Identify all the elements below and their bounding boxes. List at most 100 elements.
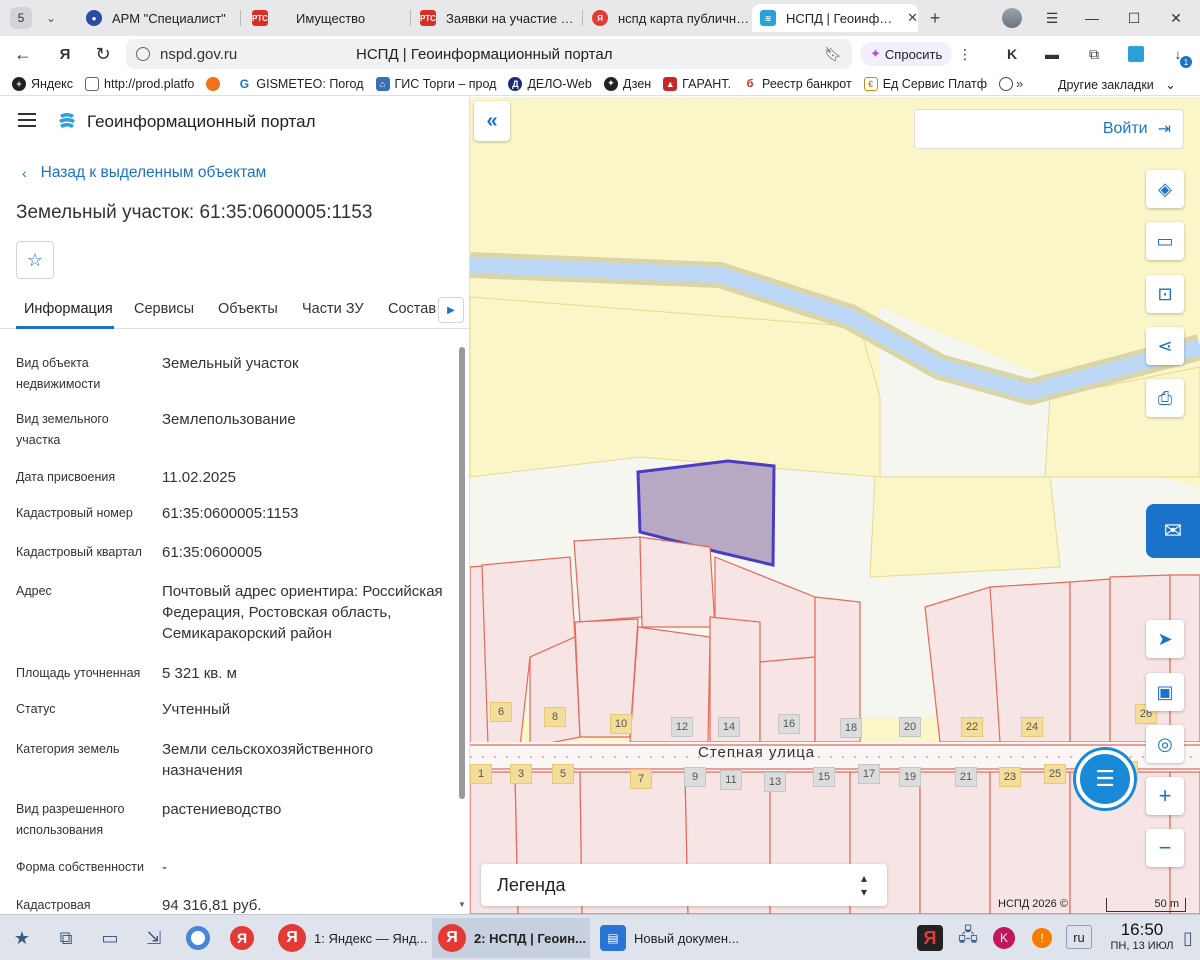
browser-tab[interactable]: РТС Заявки на участие в пр xyxy=(412,4,580,32)
legend-dropdown[interactable]: Легенда ▴ ▾ xyxy=(481,864,887,906)
tab-parts[interactable]: Части ЗУ xyxy=(302,301,364,317)
yandex-browser-icon[interactable]: Я xyxy=(228,924,256,952)
bookmark-item[interactable]: ⌂ ГИС Торги – прод xyxy=(375,76,496,91)
bookmark-item[interactable]: + Яндекс xyxy=(12,76,73,91)
windows-switcher-icon[interactable]: ⧉ xyxy=(52,924,80,952)
os-taskbar: ★ ⧉ ▭ ⇲ Я Я 1: Яндекс — Янд... Я 2: НСПД… xyxy=(0,914,1200,960)
info-label: Дата присвоения xyxy=(16,470,116,484)
reload-icon[interactable]: ↻ xyxy=(88,39,118,69)
extension-k-icon[interactable]: K xyxy=(1000,42,1024,66)
show-desktop-button[interactable]: ▯ xyxy=(1180,924,1196,952)
extension-hat-icon[interactable]: ▬ xyxy=(1040,42,1064,66)
other-bookmarks[interactable]: Другие закладки ⌄ xyxy=(1058,77,1176,92)
bookmark-label: Дзен xyxy=(622,76,652,91)
minimap-icon[interactable]: ▣ xyxy=(1146,673,1184,711)
layers-icon[interactable]: ◈ xyxy=(1146,170,1184,208)
kaspersky-icon[interactable]: K xyxy=(990,924,1018,952)
extension-doc-icon[interactable] xyxy=(1124,42,1148,66)
location-search-icon[interactable]: ◎ xyxy=(1146,725,1184,763)
more-bookmarks-chevron-icon[interactable]: » xyxy=(1016,76,1023,91)
star-launcher-icon[interactable]: ★ xyxy=(8,924,36,952)
tab-services[interactable]: Сервисы xyxy=(134,301,194,317)
legend-label: Легенда xyxy=(497,874,566,895)
panel-scrollbar[interactable] xyxy=(459,347,465,799)
menu-icon[interactable] xyxy=(18,113,36,127)
folder-icon[interactable]: ▭ xyxy=(96,924,124,952)
url-text: nspd.gov.ru xyxy=(160,45,238,63)
minimize-icon[interactable]: — xyxy=(1072,0,1112,36)
info-value: 94 316,81 руб. xyxy=(162,897,262,914)
tab-objects[interactable]: Объекты xyxy=(218,301,278,317)
print-icon[interactable]: ⎙ xyxy=(1146,379,1184,417)
area-search-icon[interactable]: ⊡ xyxy=(1146,275,1184,313)
rts-icon: РТС xyxy=(252,10,268,26)
taskbar-app-yandex[interactable]: Я 1: Яндекс — Янд... xyxy=(272,918,428,958)
address-field[interactable]: nspd.gov.ru НСПД | Геоинформационный пор… xyxy=(126,39,852,69)
house-number: 13 xyxy=(764,772,786,792)
collapse-panel-icon[interactable]: « xyxy=(474,101,510,141)
geolocation-icon[interactable]: ➤ xyxy=(1146,620,1184,658)
browser-tab-active[interactable]: ≋ НСПД | Геоинформ ✕ xyxy=(752,4,918,32)
bookmark-icon[interactable]: 🔖︎ xyxy=(824,46,842,63)
chevron-left-icon: ‹ xyxy=(22,165,27,181)
bookmark-item[interactable]: ▲ ГАРАНТ. xyxy=(663,76,731,91)
bookmark-item[interactable]: € Ед Сервис Платф xyxy=(863,76,988,91)
chat-icon[interactable]: ☰ xyxy=(1076,750,1134,808)
tab-count-badge[interactable]: 5 xyxy=(10,7,32,29)
taskbar-app-nspd[interactable]: Я 2: НСПД | Геоин... xyxy=(432,918,590,958)
house-number: 16 xyxy=(778,714,800,734)
hamburger-menu-icon[interactable]: ☰ xyxy=(1032,0,1072,36)
tab-composition[interactable]: Состав xyxy=(388,301,436,317)
ruler-icon[interactable]: ▭ xyxy=(1146,222,1184,260)
notification-warning-icon[interactable]: ! xyxy=(1028,924,1056,952)
bookmark-item[interactable]: http://prod.platfo xyxy=(85,76,194,91)
bookmark-item[interactable]: б Реестр банкрот xyxy=(743,76,852,91)
maximize-icon[interactable]: ☐ xyxy=(1114,0,1154,36)
chromium-icon[interactable] xyxy=(184,924,212,952)
chevron-right-icon[interactable]: ▶ xyxy=(438,297,464,323)
map-copyright: НСПД 2026 © xyxy=(998,898,1068,910)
zoom-out-icon[interactable]: − xyxy=(1146,829,1184,867)
bookmark-item[interactable]: G GISMETEO: Погод xyxy=(237,76,364,91)
page-icon xyxy=(85,76,100,91)
keyboard-layout-indicator[interactable]: ru xyxy=(1066,925,1092,949)
ask-button[interactable]: ✦ Спросить xyxy=(860,42,953,66)
yandex-tray-icon[interactable]: Я xyxy=(916,924,944,952)
back-arrow-icon[interactable]: ← xyxy=(8,39,38,69)
back-to-selection-link[interactable]: ‹ Назад к выделенным объектам xyxy=(22,164,266,182)
chevron-down-icon[interactable]: ⌄ xyxy=(40,7,62,29)
login-button[interactable]: Войти ⇥ xyxy=(914,109,1184,149)
bookmark-label: Ед Сервис Платф xyxy=(882,76,988,91)
star-icon[interactable]: ☆ xyxy=(16,241,54,279)
extensions-icon[interactable]: ⧉ xyxy=(1082,42,1106,66)
back-link-label: Назад к выделенным объектам xyxy=(40,164,267,181)
downloads-icon[interactable]: ↓ 1 xyxy=(1166,42,1192,68)
info-tabs: Информация Сервисы Объекты Части ЗУ Сост… xyxy=(0,293,469,329)
bookmark-item[interactable]: Д ДЕЛО-Web xyxy=(508,76,592,91)
info-label: Адрес xyxy=(16,584,52,598)
more-vertical-icon[interactable]: ⋮ xyxy=(953,42,977,66)
yandex-logo-icon[interactable]: Я xyxy=(50,39,80,69)
browser-tab[interactable]: Я нспд карта публичная xyxy=(584,4,750,32)
tab-information[interactable]: Информация xyxy=(24,301,113,317)
lock-icon xyxy=(136,47,150,61)
new-tab-button[interactable]: + xyxy=(924,7,946,29)
browser-tab[interactable]: ● АРМ "Специалист" xyxy=(78,4,238,32)
house-number: 15 xyxy=(813,767,835,787)
taskbar-app-label: 2: НСПД | Геоин... xyxy=(474,930,586,946)
share-icon[interactable]: ⋖ xyxy=(1146,327,1184,365)
close-icon[interactable]: ✕ xyxy=(907,10,918,26)
login-label: Войти xyxy=(1102,120,1148,137)
zoom-in-icon[interactable]: + xyxy=(1146,777,1184,815)
close-window-icon[interactable]: ✕ xyxy=(1156,0,1196,36)
bookmark-item[interactable]: ✦ Дзен xyxy=(603,76,652,91)
exit-icon[interactable]: ⇲ xyxy=(140,924,168,952)
clock[interactable]: 16:50 ПН, 13 ИЮЛ xyxy=(1104,920,1180,952)
network-icon[interactable]: 🖧︎ xyxy=(954,924,982,952)
browser-tab[interactable]: РТС Имущество xyxy=(244,4,408,32)
bookmark-item[interactable] xyxy=(206,76,225,91)
scroll-down-arrow-icon[interactable]: ▼ xyxy=(458,900,466,909)
profile-icon[interactable] xyxy=(1000,4,1024,32)
document-widget-icon[interactable]: ✉ xyxy=(1146,504,1200,558)
taskbar-app-document[interactable]: ▤ Новый докумен... xyxy=(594,918,754,958)
